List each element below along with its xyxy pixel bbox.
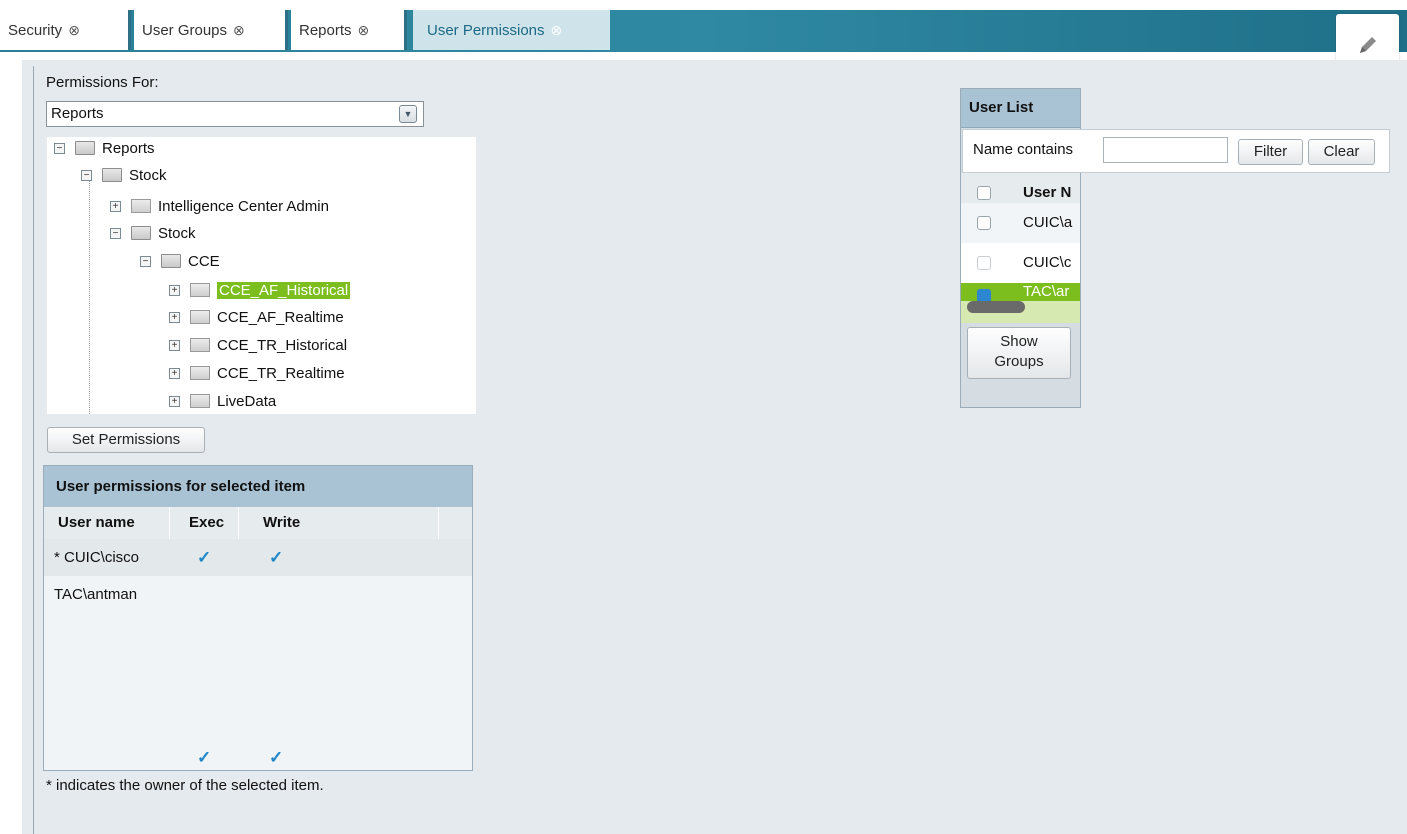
expand-icon[interactable]: + [169, 395, 180, 407]
column-write[interactable]: Write [263, 507, 300, 539]
close-icon[interactable]: ⊗ [233, 22, 245, 39]
scrollbar-thumb[interactable] [967, 301, 1025, 313]
tree-node-cce-af-historical[interactable]: + CCE_AF_Historical [169, 279, 351, 301]
tree-node-livedata[interactable]: + LiveData [169, 390, 276, 412]
user-name-cell: CUIC\c [1023, 254, 1072, 271]
permissions-for-select[interactable]: Reports ▼ [46, 101, 424, 127]
tree-node-cce-af-realtime[interactable]: + CCE_AF_Realtime [169, 306, 344, 328]
tab-user-permissions[interactable]: User Permissions ⊗ [413, 10, 610, 50]
tree-label: CCE_TR_Historical [217, 336, 348, 354]
table-row[interactable]: * CUIC\cisco ✓ ✓ [44, 539, 472, 576]
filter-button[interactable]: Filter [1238, 139, 1303, 165]
folder-open-icon [102, 168, 122, 182]
folder-icon [190, 394, 210, 408]
folder-icon [190, 283, 210, 297]
write-check-icon[interactable]: ✓ [269, 539, 283, 576]
folder-open-icon [161, 254, 181, 268]
user-name-cell: TAC\antman [54, 586, 138, 603]
button-label-line2: Groups [994, 353, 1044, 370]
tree-label: CCE_TR_Realtime [217, 364, 345, 382]
collapse-icon[interactable]: − [140, 255, 151, 267]
divider [438, 507, 439, 539]
expand-icon[interactable]: + [169, 339, 180, 351]
tab-reports[interactable]: Reports ⊗ [291, 10, 407, 50]
close-icon[interactable]: ⊗ [68, 22, 80, 39]
tree-label: Intelligence Center Admin [158, 197, 329, 215]
tree-node-reports[interactable]: − Reports [54, 137, 155, 159]
show-groups-button[interactable]: Show Groups [967, 327, 1071, 379]
expand-icon[interactable]: + [169, 367, 180, 379]
collapse-icon[interactable]: − [110, 227, 121, 239]
close-icon[interactable]: ⊗ [358, 22, 370, 39]
tree-label-selected: CCE_AF_Historical [217, 281, 351, 299]
tree-node-cce[interactable]: − CCE [140, 250, 220, 272]
tree-node-cce-tr-historical[interactable]: + CCE_TR_Historical [169, 334, 347, 356]
tree-node-stock-sub[interactable]: − Stock [110, 222, 196, 244]
folder-icon [131, 199, 151, 213]
column-user-name[interactable]: User name [58, 507, 135, 539]
tree-label: Stock [158, 224, 196, 242]
row-checkbox[interactable] [977, 216, 991, 230]
user-list-title: User List [961, 89, 1080, 128]
chevron-down-icon[interactable]: ▼ [399, 105, 417, 123]
divider [33, 66, 34, 834]
collapse-icon[interactable]: − [81, 169, 92, 181]
user-name-cell: CUIC\a [1023, 214, 1073, 231]
collapse-icon[interactable]: − [54, 142, 65, 154]
tree-label: Reports [102, 139, 155, 157]
user-name-cell: * CUIC\cisco [54, 549, 140, 566]
divider [238, 507, 239, 539]
tree-node-stock[interactable]: − Stock [81, 164, 167, 186]
table-row[interactable]: TAC\antman [44, 576, 472, 613]
list-item[interactable]: CUIC\a [961, 203, 1080, 243]
filter-bar: Name contains Filter Clear [962, 129, 1390, 173]
pencil-icon [1359, 37, 1376, 53]
expand-icon[interactable]: + [169, 311, 180, 323]
folder-open-icon [75, 141, 95, 155]
tab-label: Reports [299, 21, 352, 39]
tab-label: Security [8, 21, 63, 39]
divider [169, 507, 170, 539]
expand-icon[interactable]: + [169, 284, 180, 296]
tab-security[interactable]: Security ⊗ [0, 10, 131, 50]
owner-note: * indicates the owner of the selected it… [46, 777, 324, 794]
folder-icon [190, 310, 210, 324]
button-label-line1: Show [1000, 333, 1038, 350]
tree-label: CCE [188, 252, 220, 270]
exec-check-icon[interactable]: ✓ [197, 539, 211, 576]
tab-label: User Groups [142, 21, 228, 39]
tab-label: User Permissions [427, 21, 545, 39]
select-all-checkbox[interactable] [977, 186, 991, 200]
filter-label: Name contains [973, 141, 1074, 158]
exec-check-icon[interactable]: ✓ [197, 749, 211, 767]
tree-node-cce-tr-realtime[interactable]: + CCE_TR_Realtime [169, 362, 345, 384]
tree-node-intelligence-center-admin[interactable]: + Intelligence Center Admin [110, 195, 329, 217]
column-exec[interactable]: Exec [189, 507, 224, 539]
folder-icon [190, 366, 210, 380]
clear-button[interactable]: Clear [1308, 139, 1375, 165]
select-value: Reports [51, 105, 104, 122]
list-item[interactable]: CUIC\c [961, 243, 1080, 283]
write-check-icon[interactable]: ✓ [269, 749, 283, 767]
expand-icon[interactable]: + [110, 200, 121, 212]
tree-guide-line [89, 170, 91, 414]
tree-label: Stock [129, 166, 167, 184]
folder-icon [190, 338, 210, 352]
table-title: User permissions for selected item [44, 466, 472, 508]
row-checkbox[interactable] [977, 256, 991, 270]
folder-open-icon [131, 226, 151, 240]
permissions-table: User permissions for selected item User … [43, 465, 473, 771]
set-permissions-button[interactable]: Set Permissions [47, 427, 205, 453]
table-header: User name Exec Write [44, 507, 472, 539]
list-item-selected[interactable]: TAC\ar [961, 283, 1080, 323]
tree-label: CCE_AF_Realtime [217, 308, 344, 326]
user-name-cell: TAC\ar [1023, 283, 1070, 300]
close-icon[interactable]: ⊗ [551, 22, 563, 39]
tab-bar: Security ⊗ User Groups ⊗ Reports ⊗ User … [0, 0, 1407, 52]
permissions-for-label: Permissions For: [46, 74, 159, 91]
tree-label: LiveData [217, 392, 277, 410]
tab-user-groups[interactable]: User Groups ⊗ [134, 10, 288, 50]
name-filter-input[interactable] [1103, 137, 1228, 163]
